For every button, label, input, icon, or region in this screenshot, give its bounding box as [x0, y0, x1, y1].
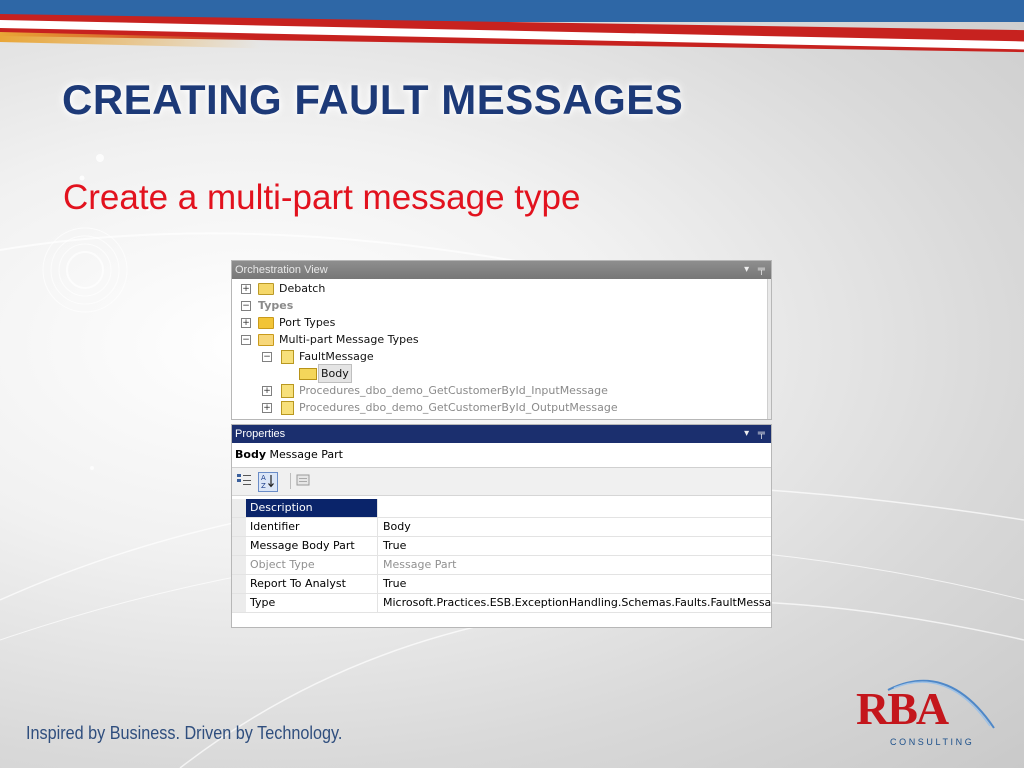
properties-title: Properties — [235, 428, 286, 440]
tree-node-body[interactable]: Body — [238, 364, 758, 383]
property-value[interactable]: Microsoft.Practices.ESB.ExceptionHandlin… — [379, 594, 771, 612]
property-pages-icon[interactable] — [294, 472, 312, 490]
property-row-object-type[interactable]: Object Type Message Part — [232, 556, 771, 575]
property-value[interactable] — [379, 499, 771, 517]
footer-tagline: Inspired by Business. Driven by Technolo… — [26, 723, 343, 743]
orchestration-view-panel: Orchestration View ▾ ╤ + Debatch − Types… — [231, 260, 772, 420]
row-gutter — [232, 594, 246, 612]
tree-node-faultmessage[interactable]: − FaultMessage — [238, 348, 758, 365]
tree-node-label: Debatch — [279, 282, 326, 295]
collapse-icon[interactable]: − — [262, 352, 272, 362]
property-row-message-body-part[interactable]: Message Body Part True — [232, 537, 771, 556]
property-value: Message Part — [383, 558, 457, 571]
selected-object-type: Message Part — [269, 448, 343, 461]
folder-icon — [258, 317, 274, 329]
tree-node-label: Body — [318, 364, 352, 383]
tree-node-debatch[interactable]: + Debatch — [238, 280, 758, 297]
property-row-description[interactable]: Description — [232, 499, 771, 518]
panel-dropdown-icon[interactable]: ▾ — [744, 428, 749, 439]
property-row-identifier[interactable]: Identifier Body — [232, 518, 771, 537]
toolbar-separator — [290, 473, 291, 489]
tree-node-label: Port Types — [279, 316, 336, 329]
alphabetical-icon[interactable]: AZ — [258, 472, 278, 492]
row-gutter — [232, 556, 246, 574]
tree-node-label: Procedures_dbo_demo_GetCustomerById_Outp… — [299, 401, 618, 414]
tree-node-multipart-message-types[interactable]: − Multi-part Message Types — [238, 331, 758, 348]
open-folder-icon — [258, 334, 274, 346]
row-gutter — [232, 575, 246, 593]
slide-subtitle: Create a multi-part message type — [63, 178, 581, 217]
message-type-icon — [281, 401, 294, 415]
orchestration-view-title: Orchestration View — [235, 264, 328, 276]
logo-wordmark: RBA — [856, 683, 949, 734]
categorized-icon[interactable] — [235, 472, 253, 490]
property-row-report-to-analyst[interactable]: Report To Analyst True — [232, 575, 771, 594]
slide-title: CREATING FAULT MESSAGES — [62, 76, 684, 123]
svg-text:A: A — [261, 474, 266, 482]
logo-subtitle: CONSULTING — [890, 737, 975, 747]
tree-node-port-types[interactable]: + Port Types — [238, 314, 758, 331]
property-value[interactable]: True — [379, 537, 771, 555]
collapse-icon[interactable]: − — [241, 301, 251, 311]
property-value[interactable]: Body — [379, 518, 771, 536]
expand-icon[interactable]: + — [241, 318, 251, 328]
selected-object-name: Body — [235, 448, 266, 461]
svg-text:Z: Z — [261, 482, 266, 489]
properties-toolbar: AZ — [232, 468, 771, 496]
row-gutter — [232, 499, 246, 517]
tree-node-input-message[interactable]: + Procedures_dbo_demo_GetCustomerById_In… — [238, 382, 758, 399]
expand-icon[interactable]: + — [241, 284, 251, 294]
property-name: Description — [246, 499, 378, 517]
expand-icon[interactable]: + — [262, 386, 272, 396]
orchestration-icon — [258, 283, 274, 295]
property-grid: Description Identifier Body Message Body… — [232, 499, 771, 613]
property-value[interactable]: True — [379, 575, 771, 593]
tree-node-label: Types — [258, 299, 294, 312]
tree-node-output-message[interactable]: + Procedures_dbo_demo_GetCustomerById_Ou… — [238, 399, 758, 416]
message-type-icon — [281, 384, 294, 398]
row-gutter — [232, 537, 246, 555]
orchestration-scrollbar[interactable] — [767, 279, 771, 419]
message-part-icon — [299, 368, 317, 380]
tree-node-label: Procedures_dbo_demo_GetCustomerById_Inpu… — [299, 384, 608, 397]
tree-node-label: FaultMessage — [299, 350, 374, 363]
panel-dropdown-icon[interactable]: ▾ — [744, 264, 749, 275]
tree-node-types[interactable]: − Types — [238, 297, 758, 314]
tree-node-label: Multi-part Message Types — [279, 333, 419, 346]
property-name: Object Type — [246, 556, 378, 574]
pin-icon[interactable]: ╤ — [758, 428, 765, 439]
properties-object-selector[interactable]: Body Message Part — [232, 443, 771, 468]
message-type-icon — [281, 350, 294, 364]
property-name: Message Body Part — [246, 537, 378, 555]
properties-panel: Properties ▾ ╤ Body Message Part AZ Desc… — [231, 424, 772, 628]
properties-header: Properties ▾ ╤ — [232, 425, 771, 443]
pin-icon[interactable]: ╤ — [758, 264, 765, 275]
rba-consulting-logo: RBA CONSULTING — [848, 668, 1000, 752]
property-name: Type — [246, 594, 378, 612]
property-name: Identifier — [246, 518, 378, 536]
collapse-icon[interactable]: − — [241, 335, 251, 345]
property-name: Report To Analyst — [246, 575, 378, 593]
orchestration-view-header: Orchestration View ▾ ╤ — [232, 261, 771, 279]
expand-icon[interactable]: + — [262, 403, 272, 413]
property-row-type[interactable]: Type Microsoft.Practices.ESB.ExceptionHa… — [232, 594, 771, 613]
row-gutter — [232, 518, 246, 536]
